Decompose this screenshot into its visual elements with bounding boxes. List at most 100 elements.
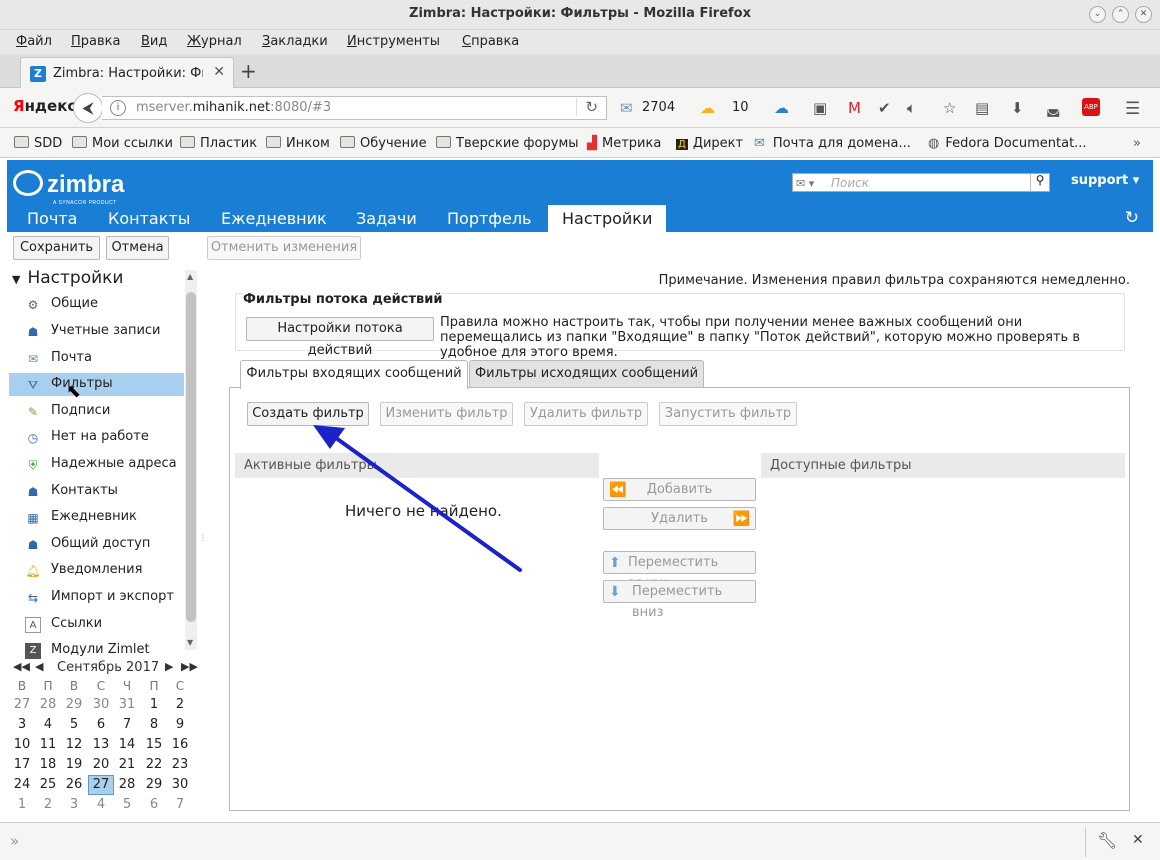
tab-calendar[interactable]: Ежедневник — [221, 205, 327, 232]
scroll-down-icon[interactable]: ▼ — [187, 638, 193, 647]
calendar-day[interactable]: 7 — [114, 715, 140, 735]
calendar-day[interactable]: 23 — [167, 755, 193, 775]
calendar-day[interactable]: 11 — [35, 735, 61, 755]
tree-item-accounts[interactable]: ☗ Учетные записи — [9, 320, 184, 343]
sound-icon[interactable]: 🔈︎ — [907, 99, 916, 117]
bookmark-link[interactable]: ✉ Почта для домена... — [754, 136, 911, 151]
bookmark-link[interactable]: Д Директ — [676, 136, 743, 151]
calendar-day[interactable]: 10 — [9, 735, 35, 755]
new-tab-icon[interactable]: + — [240, 59, 257, 83]
tree-item-mail[interactable]: ✉ Почта — [9, 347, 184, 370]
tree-item-shortcuts[interactable]: A Ссылки — [9, 613, 184, 636]
tree-item-general[interactable]: ⚙ Общие — [9, 293, 184, 316]
calendar-day[interactable]: 6 — [88, 715, 114, 735]
calendar-day[interactable]: 5 — [114, 795, 140, 815]
calendar-day[interactable]: 30 — [88, 695, 114, 715]
calendar-day[interactable]: 29 — [61, 695, 87, 715]
bookmark-link[interactable]: ◍ Fedora Documentat... — [928, 136, 1087, 151]
tree-item-trusted[interactable]: ⛨ Надежные адреса — [9, 453, 184, 476]
calendar-day[interactable]: 31 — [114, 695, 140, 715]
tab-briefcase[interactable]: Портфель — [447, 205, 531, 232]
calendar-day[interactable]: 13 — [88, 735, 114, 755]
calendar-day[interactable]: 1 — [141, 695, 167, 715]
calendar-day[interactable]: 12 — [61, 735, 87, 755]
gmail-icon[interactable]: M — [848, 99, 861, 117]
mail-count[interactable]: 2704 — [642, 100, 675, 115]
browser-tab[interactable]: Z Zimbra: Настройки: Фи ✕ — [20, 57, 234, 89]
calendar-day[interactable]: 2 — [35, 795, 61, 815]
tab-contacts[interactable]: Контакты — [108, 205, 190, 232]
scroll-up-icon[interactable]: ▲ — [187, 272, 193, 281]
weather-icon[interactable]: ☁ — [700, 99, 715, 117]
yandex-mail-icon[interactable]: ✉ — [620, 99, 633, 117]
wrench-icon[interactable]: 🔧︎ — [1097, 831, 1117, 850]
tab-preferences[interactable]: Настройки — [548, 205, 667, 232]
move-up-button[interactable]: ⬆Переместить вверх — [603, 551, 756, 591]
run-filter-button[interactable]: Запустить фильтр — [659, 402, 797, 426]
calendar-day[interactable]: 27 — [9, 695, 35, 715]
tree-item-notifications[interactable]: 🔔︎ Уведомления — [9, 559, 184, 582]
calendar-day[interactable]: 17 — [9, 755, 35, 775]
bookmark-folder[interactable]: SDD — [14, 136, 62, 151]
bookmarks-overflow-icon[interactable]: » — [1133, 136, 1141, 151]
menu-history[interactable]: Журнал — [187, 34, 242, 49]
menu-edit[interactable]: Правка — [71, 34, 120, 49]
reload-icon[interactable]: ↻ — [576, 98, 598, 116]
calendar-today[interactable]: 27 — [88, 775, 114, 795]
tree-item-sharing[interactable]: ☗ Общий доступ — [9, 533, 184, 556]
search-type-dropdown-icon[interactable]: ✉ ▾ — [796, 177, 814, 190]
tab-close-icon[interactable]: ✕ — [213, 64, 225, 80]
calendar-day[interactable]: 3 — [9, 715, 35, 735]
edit-filter-button[interactable]: Изменить фильтр — [380, 402, 513, 426]
calendar-day[interactable]: 16 — [167, 735, 193, 755]
prev-year-icon[interactable]: ◀◀ — [13, 660, 30, 673]
hamburger-menu-icon[interactable]: ☰ — [1125, 99, 1140, 119]
tree-item-zimlets[interactable]: Z Модули Zimlet — [9, 639, 184, 660]
bookmark-folder[interactable]: Пластик — [180, 136, 257, 151]
menu-file[interactable]: Файл — [16, 34, 52, 49]
calendar-day[interactable]: 4 — [35, 715, 61, 735]
tree-header[interactable]: ▼ Настройки — [12, 268, 123, 288]
calendar-day[interactable]: 7 — [167, 795, 193, 815]
cancel-button[interactable]: Отмена — [106, 236, 169, 260]
bookmark-folder[interactable]: Обучение — [340, 136, 427, 151]
tab-tasks[interactable]: Задачи — [356, 205, 417, 232]
menu-view[interactable]: Вид — [141, 34, 167, 49]
calendar-day[interactable]: 18 — [35, 755, 61, 775]
menu-tools[interactable]: Инструменты — [347, 34, 440, 49]
calendar-day[interactable]: 6 — [141, 795, 167, 815]
calendar-day[interactable]: 25 — [35, 775, 61, 795]
reading-list-icon[interactable]: ▤ — [975, 99, 989, 117]
tree-item-import-export[interactable]: ⇆ Импорт и экспорт — [9, 586, 184, 609]
star-icon[interactable]: ☆ — [943, 99, 956, 117]
bookmark-folder[interactable]: Тверские форумы — [436, 136, 579, 151]
yandex-logo[interactable]: Яндекс — [13, 97, 76, 115]
calendar-day[interactable]: 29 — [141, 775, 167, 795]
minimize-button[interactable]: ⌄ — [1089, 6, 1106, 23]
tab-mail[interactable]: Почта — [27, 205, 77, 232]
maximize-button[interactable]: ⌃ — [1112, 6, 1129, 23]
search-icon[interactable]: ⚲ — [1030, 173, 1049, 192]
calendar-day[interactable]: 24 — [9, 775, 35, 795]
tree-item-signatures[interactable]: ✎ Подписи — [9, 400, 184, 423]
calendar-day[interactable]: 28 — [114, 775, 140, 795]
calendar-day[interactable]: 5 — [61, 715, 87, 735]
next-year-icon[interactable]: ▶▶ — [181, 660, 198, 673]
save-button[interactable]: Сохранить — [13, 236, 100, 260]
pocket-check-icon[interactable]: ✔ — [878, 99, 891, 117]
calendar-day[interactable]: 2 — [167, 695, 193, 715]
add-filter-button[interactable]: ⏪ Добавить — [603, 478, 756, 501]
revert-button[interactable]: Отменить изменения — [207, 236, 361, 260]
adblock-icon[interactable]: ABP — [1082, 98, 1100, 116]
tab-outgoing-filters[interactable]: Фильтры исходящих сообщений — [469, 360, 704, 388]
back-button[interactable]: ⮜ — [73, 93, 103, 123]
calendar-day[interactable]: 8 — [141, 715, 167, 735]
zimbra-logo[interactable]: zimbra A SYNACOR PRODUCT — [13, 170, 124, 206]
weather-value[interactable]: 10 — [732, 100, 749, 115]
calendar-day[interactable]: 20 — [88, 755, 114, 775]
cloud-drive-icon[interactable]: ☁ — [774, 99, 789, 117]
tree-scrollbar[interactable]: ▲ ▼ — [185, 270, 197, 650]
bookmark-link[interactable]: ▟ Метрика — [587, 136, 661, 151]
menu-bookmarks[interactable]: Закладки — [262, 34, 328, 49]
screenshot-icon[interactable]: ▣ — [813, 99, 827, 117]
